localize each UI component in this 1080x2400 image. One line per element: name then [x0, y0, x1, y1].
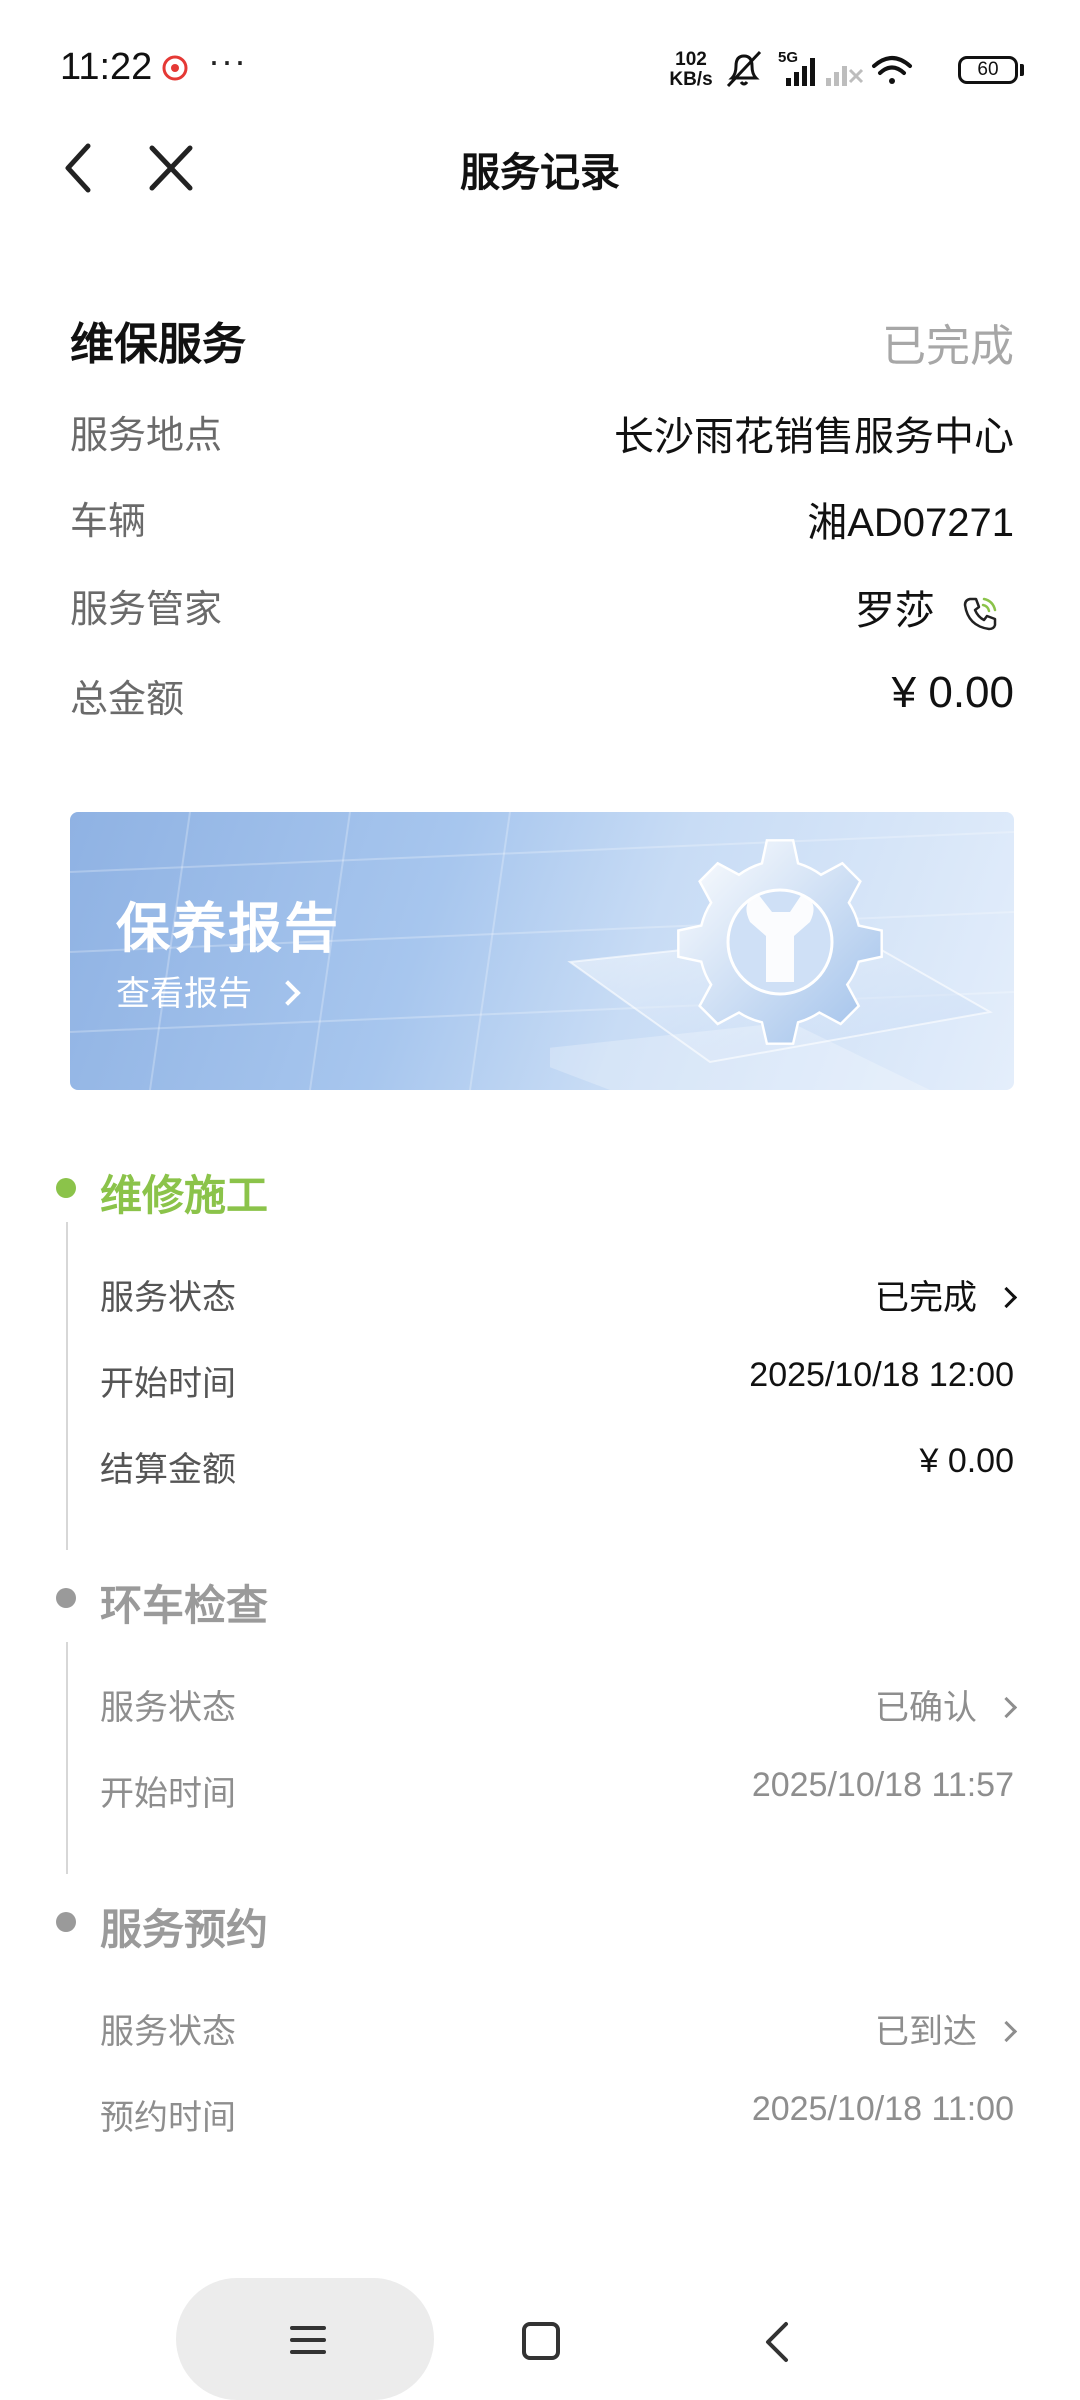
appointment-time-row: 预约时间 2025/10/18 11:00 [100, 2090, 1014, 2146]
view-report-label: 查看报告 [116, 975, 252, 1013]
inspection-status-row[interactable]: 服务状态 已确认 [100, 1680, 1018, 1736]
section-title-inspection: 环车检查 [100, 1582, 269, 1629]
row-value: 已到达 [875, 2004, 1018, 2053]
phone-icon[interactable] [960, 593, 1000, 633]
row-label: 服务管家 [70, 589, 223, 631]
summary-row-total: 总金额 ¥ 0.00 [70, 668, 1014, 728]
signal-icon-2 [826, 66, 864, 86]
chevron-right-icon [995, 2020, 1018, 2042]
banner-title: 保养报告 [116, 899, 340, 959]
view-report-link[interactable]: 查看报告 [116, 966, 302, 1015]
status-time: 11:22 [60, 46, 153, 88]
service-type: 维保服务 [70, 320, 246, 369]
timeline-line-1 [66, 1222, 68, 1550]
repair-start-time-row: 开始时间 2025/10/18 12:00 [100, 1356, 1014, 1412]
gear-wrench-icon [550, 839, 993, 1090]
app-notification-icon [162, 55, 188, 81]
inspection-start-time-row: 开始时间 2025/10/18 11:57 [100, 1766, 1014, 1822]
row-value: 已完成 [875, 1270, 1018, 1319]
chevron-right-icon [995, 1696, 1018, 1718]
page-title: 服务记录 [460, 151, 620, 195]
chevron-right-icon [275, 980, 302, 1006]
appointment-status-row[interactable]: 服务状态 已到达 [100, 2004, 1018, 2060]
section-title-appointment: 服务预约 [100, 1906, 269, 1953]
menu-icon[interactable] [288, 2320, 328, 2360]
row-value: 2025/10/18 12:00 [749, 1356, 1014, 1394]
row-value: ¥ 0.00 [919, 1442, 1014, 1480]
row-label: 预约时间 [100, 2099, 236, 2137]
service-status: 已完成 [882, 322, 1014, 371]
summary-row-advisor: 服务管家 罗莎 [70, 578, 1014, 638]
row-label: 开始时间 [100, 1365, 236, 1403]
chevron-right-icon [995, 1286, 1018, 1308]
row-label: 服务状态 [100, 1279, 236, 1317]
timeline-dot [56, 1912, 76, 1932]
wifi-icon [872, 56, 912, 84]
row-label: 服务地点 [70, 415, 223, 457]
mute-icon [726, 50, 762, 88]
row-label: 车辆 [70, 501, 147, 543]
signal-label: 5G [778, 49, 798, 66]
advisor-value[interactable]: 罗莎 [855, 578, 1000, 636]
status-bar: 11:22 ··· 102 KB/s 5G 60 [0, 0, 1080, 130]
row-value: 已确认 [875, 1680, 1018, 1729]
repair-amount-row: 结算金额 ¥ 0.00 [100, 1442, 1014, 1498]
section-title-repair: 维修施工 [100, 1172, 269, 1219]
row-label: 服务状态 [100, 1689, 236, 1727]
system-back-icon[interactable] [762, 2318, 792, 2366]
home-icon[interactable] [522, 2322, 560, 2360]
repair-status-row[interactable]: 服务状态 已完成 [100, 1270, 1018, 1326]
row-label: 开始时间 [100, 1775, 236, 1813]
row-label: 服务状态 [100, 2013, 236, 2051]
row-label: 结算金额 [100, 1451, 236, 1489]
row-value: 长沙雨花销售服务中心 [614, 415, 1014, 459]
battery-tip [1020, 64, 1024, 76]
row-value: 湘AD07271 [807, 501, 1014, 545]
row-value: ¥ 0.00 [891, 668, 1014, 717]
maintenance-report-banner[interactable]: 保养报告 查看报告 [70, 812, 1014, 1090]
timeline-dot [56, 1588, 76, 1608]
advisor-name: 罗莎 [854, 589, 935, 633]
row-label: 总金额 [70, 679, 185, 721]
summary-row-vehicle: 车辆 湘AD07271 [70, 490, 1014, 550]
row-value: 2025/10/18 11:00 [751, 2090, 1014, 2128]
row-value: 2025/10/18 11:57 [751, 1766, 1014, 1804]
net-speed: 102 KB/s [669, 49, 713, 90]
battery-icon: 60 [958, 56, 1018, 84]
more-notifications-icon: ··· [208, 40, 247, 81]
summary-row-location: 服务地点 长沙雨花销售服务中心 [70, 404, 1014, 464]
timeline-dot-active [56, 1178, 76, 1198]
timeline-line-2 [66, 1642, 68, 1874]
